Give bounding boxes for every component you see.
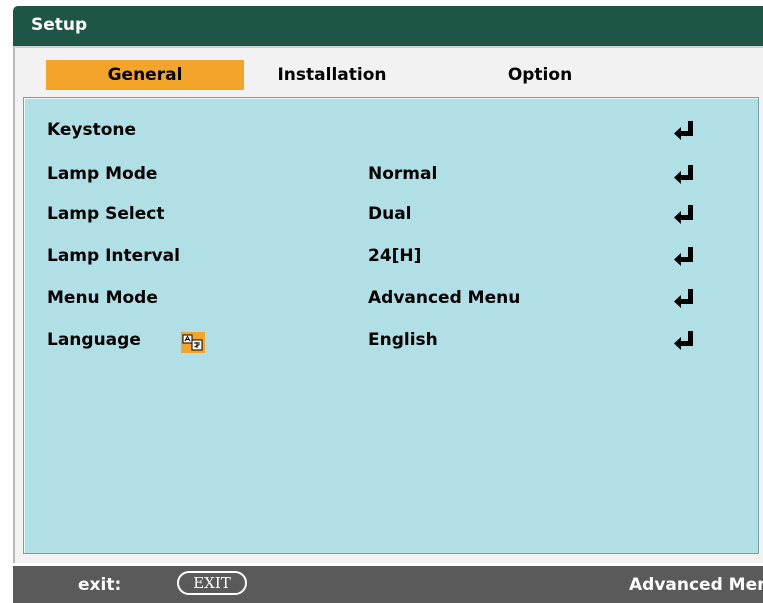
tab-installation[interactable]: Installation <box>262 60 402 90</box>
enter-return-icon[interactable] <box>671 202 695 226</box>
row-label: Lamp Select <box>47 204 165 224</box>
row-value: Normal <box>368 164 438 184</box>
tab-option[interactable]: Option <box>470 60 610 90</box>
window-title: Setup <box>31 15 88 35</box>
exit-button[interactable]: EXIT <box>177 571 247 595</box>
row-value: Dual <box>368 204 412 224</box>
tab-general-label: General <box>107 65 183 85</box>
row-lamp-interval[interactable]: Lamp Interval 24[H] <box>23 242 759 272</box>
row-lamp-mode[interactable]: Lamp Mode Normal <box>23 160 759 190</box>
row-lamp-select[interactable]: Lamp Select Dual <box>23 200 759 230</box>
row-label: Lamp Interval <box>47 246 180 266</box>
row-label: Language <box>47 330 141 350</box>
enter-return-icon[interactable] <box>671 328 695 352</box>
tab-installation-label: Installation <box>277 65 387 85</box>
enter-return-icon[interactable] <box>671 162 695 186</box>
row-label: Keystone <box>47 120 137 140</box>
enter-return-icon[interactable] <box>671 118 695 142</box>
status-bar: exit: EXIT Advanced Menu <box>13 566 763 603</box>
title-bar: Setup <box>13 6 763 46</box>
tab-option-label: Option <box>507 65 573 85</box>
row-language[interactable]: Language English <box>23 326 759 356</box>
row-label: Lamp Mode <box>47 164 158 184</box>
row-value: English <box>368 330 438 350</box>
row-keystone[interactable]: Keystone <box>23 116 759 146</box>
row-value: 24[H] <box>368 246 422 266</box>
row-value: Advanced Menu <box>368 288 521 308</box>
exit-label: exit: <box>78 575 122 595</box>
row-label: Menu Mode <box>47 288 158 308</box>
tab-general[interactable]: General <box>46 60 244 90</box>
enter-return-icon[interactable] <box>671 286 695 310</box>
row-menu-mode[interactable]: Menu Mode Advanced Menu <box>23 284 759 314</box>
language-icon <box>181 332 205 353</box>
enter-return-icon[interactable] <box>671 244 695 268</box>
menu-mode-indicator: Advanced Menu <box>629 575 763 595</box>
